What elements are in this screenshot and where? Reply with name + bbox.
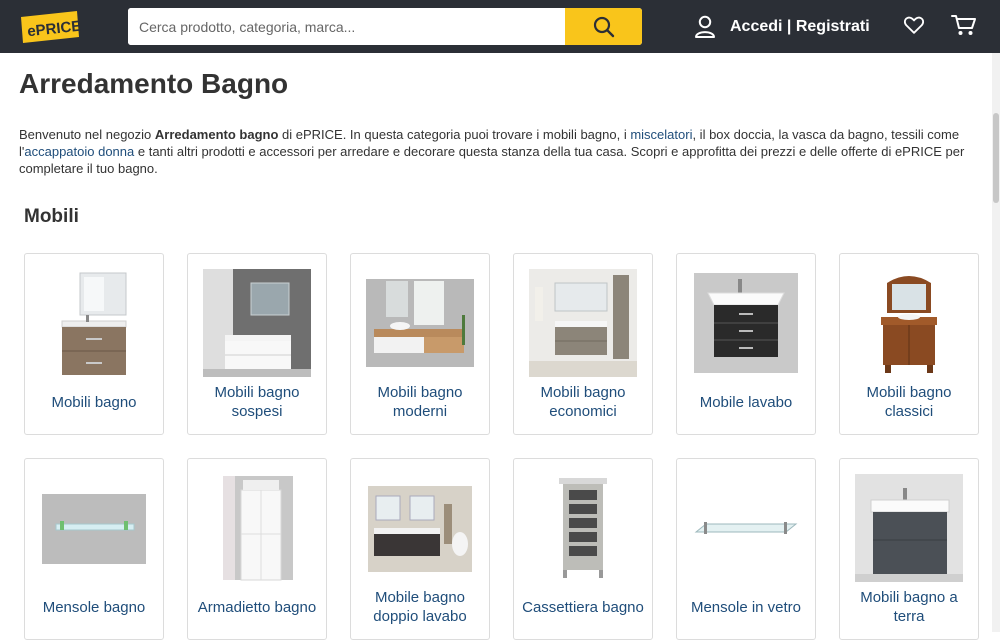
- user-icon: [695, 15, 715, 38]
- intro-bold: Arredamento bagno: [154, 127, 279, 142]
- category-card[interactable]: Mobile lavabo: [676, 253, 816, 435]
- category-card[interactable]: Armadietto bagno: [187, 458, 327, 640]
- miscelatori-link[interactable]: miscelatori: [630, 127, 692, 142]
- product-image: [881, 276, 937, 373]
- category-card[interactable]: Mobile bagno doppio lavabo: [350, 458, 490, 640]
- category-card[interactable]: Mobili bagno a terra: [839, 458, 979, 640]
- category-intro: Benvenuto nel negozio Arredamento bagno …: [19, 126, 969, 177]
- search-bar: [128, 8, 642, 45]
- category-card[interactable]: Cassettiera bagno: [513, 458, 653, 640]
- category-label[interactable]: Mobili bagno sospesi: [192, 382, 322, 422]
- product-image: [694, 522, 798, 534]
- category-label[interactable]: Mobili bagno classici: [844, 382, 974, 422]
- product-image: [61, 272, 127, 375]
- scrollbar-thumb[interactable]: [993, 113, 999, 203]
- category-card[interactable]: Mobili bagno classici: [839, 253, 979, 435]
- account-link[interactable]: Accedi | Registrati: [694, 12, 870, 42]
- top-header: ePRICE Accedi | Registrati: [0, 0, 1000, 53]
- category-label[interactable]: Mensole in vetro: [681, 587, 811, 627]
- product-image: [529, 269, 637, 377]
- product-image: [694, 273, 798, 373]
- search-icon: [593, 16, 614, 37]
- category-card[interactable]: Mobili bagno economici: [513, 253, 653, 435]
- category-card[interactable]: Mensole bagno: [24, 458, 164, 640]
- category-card[interactable]: Mobili bagno: [24, 253, 164, 435]
- product-image: [855, 474, 963, 582]
- wishlist-heart-icon[interactable]: [903, 14, 925, 36]
- product-image: [203, 269, 311, 377]
- intro-text: di ePRICE. In questa categoria puoi trov…: [278, 127, 631, 142]
- category-label[interactable]: Cassettiera bagno: [518, 587, 648, 627]
- category-label[interactable]: Mobile bagno doppio lavabo: [355, 587, 485, 627]
- product-image: [223, 476, 293, 581]
- search-input[interactable]: [128, 8, 565, 45]
- category-label[interactable]: Mobili bagno economici: [518, 382, 648, 422]
- category-card[interactable]: Mobili bagno moderni: [350, 253, 490, 435]
- category-label[interactable]: Armadietto bagno: [192, 587, 322, 627]
- cart-icon[interactable]: [951, 13, 977, 37]
- category-label[interactable]: Mobili bagno moderni: [355, 382, 485, 422]
- product-image: [368, 486, 472, 572]
- product-image: [559, 478, 607, 578]
- category-label[interactable]: Mensole bagno: [29, 587, 159, 627]
- search-button[interactable]: [565, 8, 642, 45]
- category-label[interactable]: Mobile lavabo: [681, 382, 811, 422]
- category-label[interactable]: Mobili bagno a terra: [844, 587, 974, 627]
- intro-text: e tanti altri prodotti e accessori per a…: [19, 144, 965, 176]
- product-image: [366, 279, 474, 367]
- category-card[interactable]: Mobili bagno sospesi: [187, 253, 327, 435]
- page-scrollbar[interactable]: [992, 53, 1000, 632]
- login-register-link[interactable]: Accedi | Registrati: [730, 18, 870, 36]
- product-image: [42, 494, 146, 564]
- eprice-logo[interactable]: ePRICE: [19, 9, 81, 45]
- category-card[interactable]: Mensole in vetro: [676, 458, 816, 640]
- intro-text: Benvenuto nel negozio: [19, 127, 155, 142]
- page-title: Arredamento Bagno: [19, 68, 289, 99]
- category-label[interactable]: Mobili bagno: [29, 382, 159, 422]
- section-title-mobili: Mobili: [24, 206, 79, 227]
- accappatoio-donna-link[interactable]: accappatoio donna: [24, 144, 134, 159]
